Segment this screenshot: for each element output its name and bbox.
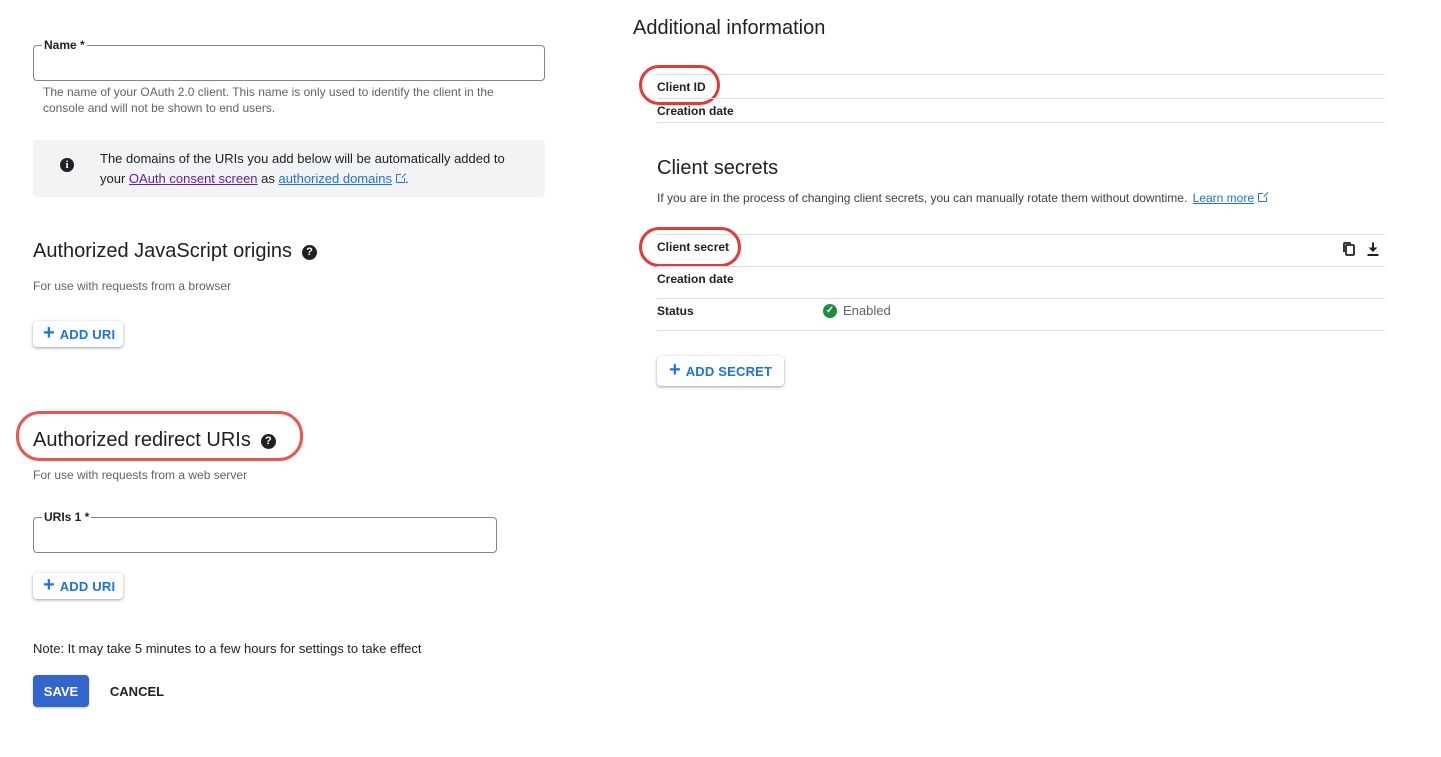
external-link-icon[interactable] xyxy=(395,172,407,183)
client-secret-label: Client secret xyxy=(657,240,730,254)
js-origins-subtitle: For use with requests from a browser xyxy=(33,279,232,293)
plus-icon: + xyxy=(669,359,681,381)
divider xyxy=(657,98,1385,99)
redirect-uri-field[interactable]: URIs 1 * xyxy=(33,510,497,553)
divider xyxy=(657,234,1385,235)
plus-icon: + xyxy=(43,322,55,344)
authorized-domains-link[interactable]: authorized domains xyxy=(279,171,392,186)
help-icon[interactable]: ? xyxy=(260,434,276,449)
additional-info-title: Additional information xyxy=(633,17,826,39)
secret-creation-date-label: Creation date xyxy=(657,272,734,286)
status-label: Status xyxy=(657,304,694,318)
add-secret-button[interactable]: + ADD SECRET xyxy=(657,356,785,386)
info-icon: i xyxy=(60,158,74,172)
learn-more-link[interactable]: Learn more xyxy=(1193,191,1254,205)
download-icon[interactable] xyxy=(1365,241,1381,257)
help-icon[interactable]: ? xyxy=(302,245,318,260)
save-button[interactable]: SAVE xyxy=(33,675,89,707)
check-circle-icon: ✓ xyxy=(823,303,837,318)
redirect-uris-subtitle: For use with requests from a web server xyxy=(33,468,248,482)
client-secrets-description-text: If you are in the process of changing cl… xyxy=(657,191,1188,205)
domains-info-box: i The domains of the URIs you add below … xyxy=(33,140,545,197)
status-value: ✓ Enabled xyxy=(823,303,891,318)
divider xyxy=(657,122,1385,123)
copy-icon[interactable] xyxy=(1341,241,1357,257)
oauth-consent-screen-link[interactable]: OAuth consent screen xyxy=(129,171,258,186)
divider xyxy=(657,298,1385,299)
plus-icon: + xyxy=(43,574,55,596)
name-field[interactable]: Name * xyxy=(33,38,545,81)
redirect-uris-heading: Authorized redirect URIs? xyxy=(33,428,276,452)
divider xyxy=(657,266,1385,267)
js-origins-title: Authorized JavaScript origins xyxy=(33,240,293,262)
js-origins-heading: Authorized JavaScript origins? xyxy=(33,239,318,263)
add-redirect-uri-button[interactable]: + ADD URI xyxy=(33,573,124,599)
settings-note: Note: It may take 5 minutes to a few hou… xyxy=(33,641,422,656)
client-secrets-title: Client secrets xyxy=(657,157,779,179)
add-secret-label: ADD SECRET xyxy=(685,363,773,379)
info-text-middle: as xyxy=(257,171,279,186)
status-enabled-text: Enabled xyxy=(843,303,891,318)
domains-info-text: The domains of the URIs you add below wi… xyxy=(100,149,530,189)
add-uri-label: ADD URI xyxy=(59,578,116,594)
external-link-icon[interactable] xyxy=(1258,191,1269,202)
name-input[interactable] xyxy=(34,46,544,80)
cancel-button[interactable]: CANCEL xyxy=(104,675,170,707)
redirect-uri-input[interactable] xyxy=(34,518,496,552)
add-js-origin-uri-button[interactable]: + ADD URI xyxy=(33,321,124,347)
divider xyxy=(657,330,1385,331)
divider xyxy=(657,74,1385,75)
creation-date-label: Creation date xyxy=(657,104,734,118)
redirect-uris-title: Authorized redirect URIs xyxy=(33,429,251,451)
client-id-label: Client ID xyxy=(657,80,706,94)
add-uri-label: ADD URI xyxy=(59,326,116,342)
name-helper-text: The name of your OAuth 2.0 client. This … xyxy=(43,85,494,115)
client-secrets-description: If you are in the process of changing cl… xyxy=(657,191,1269,205)
